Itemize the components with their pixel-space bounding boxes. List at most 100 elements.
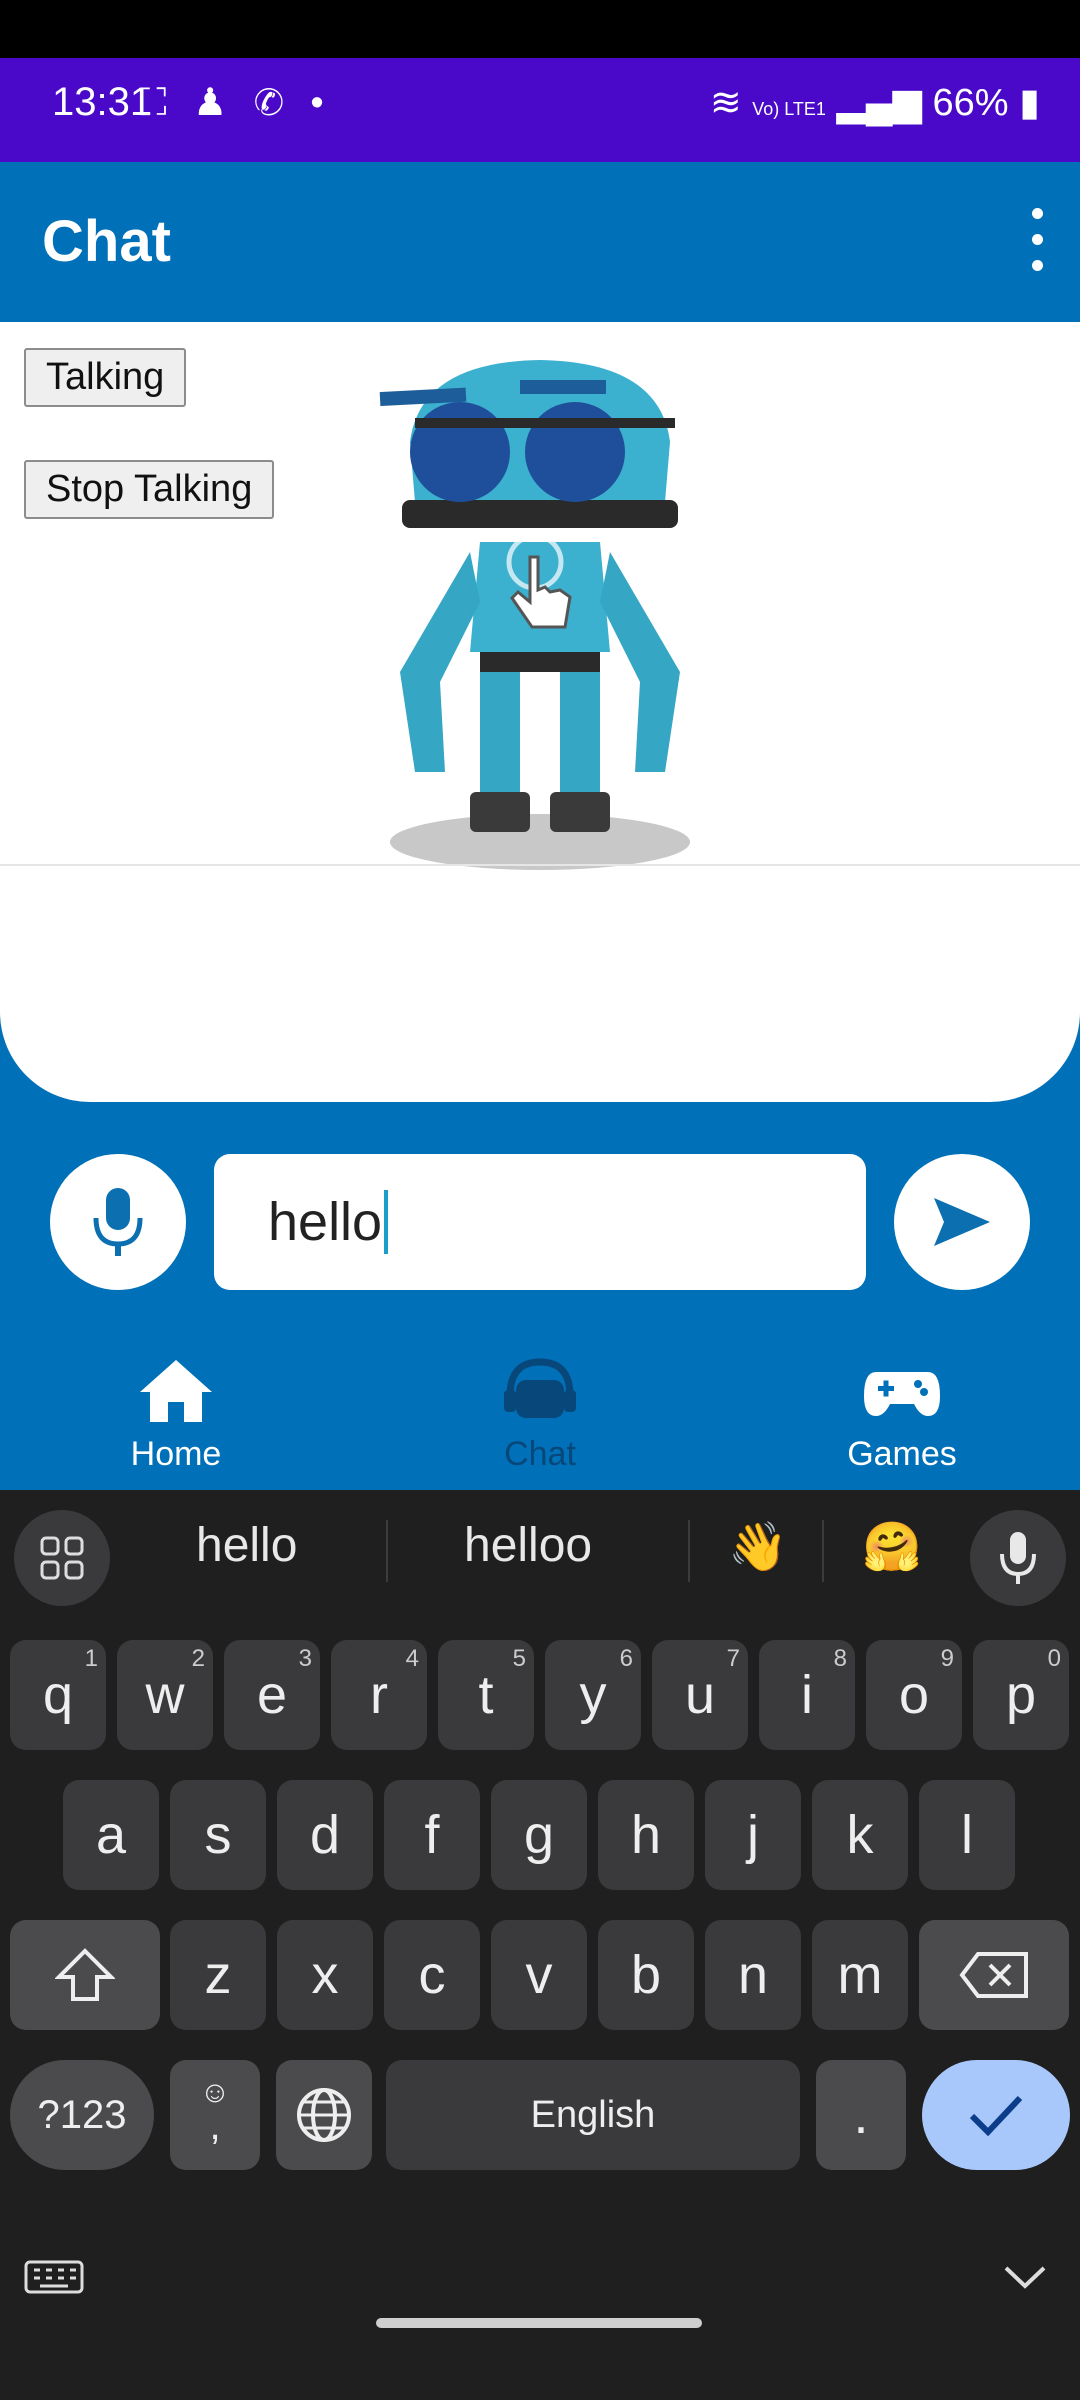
key-n[interactable]: n: [705, 1920, 801, 2030]
shift-key[interactable]: [10, 1920, 160, 2030]
key-label: r: [370, 1665, 388, 1725]
language-key[interactable]: [276, 2060, 372, 2170]
suggestion-1[interactable]: hello: [196, 1518, 297, 1573]
nav-chat-label: Chat: [504, 1435, 576, 1473]
key-label: q: [42, 1665, 74, 1725]
nav-games-label: Games: [847, 1435, 957, 1473]
key-hint: 7: [726, 1645, 740, 1672]
key-label: i: [801, 1665, 813, 1725]
key-v[interactable]: v: [491, 1920, 587, 2030]
robot-avatar[interactable]: [360, 352, 720, 872]
key-g[interactable]: g: [491, 1780, 587, 1890]
keyboard-voice-button[interactable]: [970, 1510, 1066, 1606]
key-p[interactable]: p0: [973, 1640, 1069, 1750]
check-icon: [969, 2095, 1023, 2137]
key-e[interactable]: e3: [224, 1640, 320, 1750]
chat-headset-icon: [504, 1358, 576, 1418]
key-label: u: [684, 1665, 716, 1725]
key-u[interactable]: u7: [652, 1640, 748, 1750]
key-label: w: [145, 1665, 185, 1725]
key-c[interactable]: c: [384, 1920, 480, 2030]
key-s[interactable]: s: [170, 1780, 266, 1890]
mic-icon: [1000, 1532, 1036, 1584]
emoji-comma-key[interactable]: ☺ ,: [170, 2060, 260, 2170]
key-q[interactable]: q1: [10, 1640, 106, 1750]
key-h[interactable]: h: [598, 1780, 694, 1890]
battery-icon: ▮: [1019, 82, 1040, 124]
chevron-down-icon[interactable]: [1000, 2260, 1050, 2299]
wifi-icon: ≋: [709, 82, 742, 124]
nav-chat[interactable]: Chat: [440, 1356, 640, 1474]
key-f[interactable]: f: [384, 1780, 480, 1890]
comma-label: ,: [209, 2104, 221, 2148]
apps-grid-icon: [40, 1536, 84, 1580]
key-m[interactable]: m: [812, 1920, 908, 2030]
home-icon: [140, 1360, 212, 1422]
send-icon: [934, 1198, 990, 1246]
key-k[interactable]: k: [812, 1780, 908, 1890]
backspace-key[interactable]: [919, 1920, 1069, 2030]
key-w[interactable]: w2: [117, 1640, 213, 1750]
nav-home-label: Home: [130, 1435, 222, 1473]
apps-grid-button[interactable]: [14, 1510, 110, 1606]
page-title: Chat: [42, 209, 171, 274]
backspace-icon: [959, 1952, 1028, 1998]
nav-games[interactable]: Games: [802, 1356, 1002, 1474]
key-hint: 9: [940, 1645, 954, 1672]
key-hint: 0: [1047, 1645, 1061, 1672]
key-j[interactable]: j: [705, 1780, 801, 1890]
key-r[interactable]: r4: [331, 1640, 427, 1750]
more-vert-icon[interactable]: [1016, 200, 1060, 280]
space-key[interactable]: English: [386, 2060, 800, 2170]
key-label: t: [478, 1665, 494, 1725]
home-gesture-bar[interactable]: [376, 2318, 702, 2328]
key-b[interactable]: b: [598, 1920, 694, 2030]
status-time: 13:31: [52, 80, 153, 124]
emoji-suggestion-hug[interactable]: 🤗: [862, 1518, 922, 1575]
dot-icon: •: [310, 82, 332, 124]
key-label: o: [898, 1665, 930, 1725]
stop-talking-button[interactable]: Stop Talking: [24, 460, 275, 519]
phone-icon: ✆: [253, 82, 292, 124]
suggestion-separator: [688, 1520, 690, 1582]
text-caret: [384, 1190, 389, 1254]
key-a[interactable]: a: [63, 1780, 159, 1890]
battery-percent: 66%: [932, 82, 1009, 124]
talking-button[interactable]: Talking: [24, 348, 187, 407]
key-y[interactable]: y6: [545, 1640, 641, 1750]
key-d[interactable]: d: [277, 1780, 373, 1890]
nav-home[interactable]: Home: [76, 1356, 276, 1474]
key-label: e: [256, 1665, 288, 1725]
send-button[interactable]: [894, 1154, 1030, 1290]
message-input[interactable]: hello: [214, 1154, 866, 1290]
suggestion-separator: [822, 1520, 824, 1582]
key-hint: 8: [833, 1645, 847, 1672]
emoji-suggestion-wave[interactable]: 👋: [728, 1518, 788, 1575]
key-l[interactable]: l: [919, 1780, 1015, 1890]
status-right: ≋ Vo) LTE1 ▂▄▆ 66% ▮: [710, 80, 1040, 125]
screenshot-icon: ⛶: [140, 82, 175, 124]
key-label: y: [579, 1665, 607, 1725]
key-label: p: [1005, 1665, 1037, 1725]
key-hint: 3: [298, 1645, 312, 1672]
key-x[interactable]: x: [277, 1920, 373, 2030]
key-hint: 5: [512, 1645, 526, 1672]
period-key[interactable]: .: [816, 2060, 906, 2170]
key-hint: 6: [619, 1645, 633, 1672]
key-z[interactable]: z: [170, 1920, 266, 2030]
suggestion-strip: hello helloo 👋 🤗: [0, 1490, 1080, 1614]
suggestion-separator: [386, 1520, 388, 1582]
key-i[interactable]: i8: [759, 1640, 855, 1750]
suggestion-2[interactable]: helloo: [464, 1518, 592, 1573]
key-hint: 4: [405, 1645, 419, 1672]
robot-panel: Talking Stop Talking: [0, 322, 1080, 1102]
keyboard-switch-icon[interactable]: [24, 2256, 84, 2301]
key-o[interactable]: o9: [866, 1640, 962, 1750]
message-input-value: hello: [268, 1192, 383, 1252]
key-t[interactable]: t5: [438, 1640, 534, 1750]
gamepad-icon: [864, 1372, 940, 1416]
numbers-key[interactable]: ?123: [10, 2060, 154, 2170]
app-bar: Chat: [0, 162, 1080, 322]
mic-button[interactable]: [50, 1154, 186, 1290]
enter-key[interactable]: [922, 2060, 1070, 2170]
